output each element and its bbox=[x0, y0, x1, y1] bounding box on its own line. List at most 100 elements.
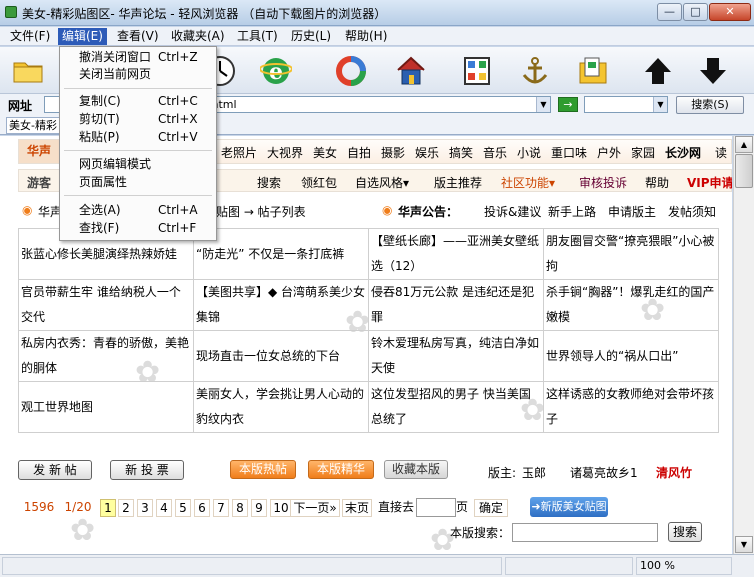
post-button[interactable]: 发 新 帖 bbox=[18, 460, 92, 480]
nav-link[interactable]: 娱乐 bbox=[415, 144, 439, 161]
thread-link[interactable]: 观工世界地图 bbox=[18, 381, 194, 433]
thread-link[interactable]: 【壁纸长廊】——亚洲美女壁纸选（12） bbox=[368, 228, 544, 280]
menu-view[interactable]: 查看(V) bbox=[113, 28, 163, 45]
bookmark-board-button[interactable]: 收藏本版 bbox=[384, 460, 448, 479]
up-arrow-icon[interactable] bbox=[638, 50, 676, 90]
close-button[interactable]: ✕ bbox=[709, 3, 751, 21]
page-link[interactable]: 9 bbox=[251, 499, 267, 517]
nav-link[interactable]: 户外 bbox=[597, 144, 621, 161]
thread-link[interactable]: 现场直击一位女总统的下台 bbox=[193, 330, 369, 382]
goto-page-input[interactable] bbox=[416, 498, 456, 517]
announce-link[interactable]: 投诉&建议 bbox=[484, 203, 541, 220]
nav2-link[interactable]: 搜索 bbox=[257, 174, 281, 191]
nav-link[interactable]: 大视界 bbox=[267, 144, 303, 161]
page-link[interactable]: 1 bbox=[100, 499, 116, 517]
scroll-up-icon[interactable]: ▲ bbox=[735, 136, 753, 153]
menu-history[interactable]: 历史(L) bbox=[287, 28, 335, 45]
page-link[interactable]: 6 bbox=[194, 499, 210, 517]
menu-item-cut[interactable]: 剪切(T) Ctrl+X bbox=[62, 111, 214, 128]
menu-tools[interactable]: 工具(T) bbox=[233, 28, 282, 45]
next-page-link[interactable]: 下一页» bbox=[290, 499, 340, 517]
thread-link[interactable]: 铃木爱理私房写真，纯洁白净如天使 bbox=[368, 330, 544, 382]
best-posts-button[interactable]: 本版精华 bbox=[308, 460, 374, 479]
page-link[interactable]: 5 bbox=[175, 499, 191, 517]
nav2-link[interactable]: 领红包 bbox=[301, 174, 337, 191]
thread-link[interactable]: 这样诱惑的女教师绝对会带坏孩子 bbox=[543, 381, 719, 433]
thread-link[interactable]: 美丽女人，学会挑让男人心动的豹纹内衣 bbox=[193, 381, 369, 433]
moderator-link[interactable]: 诸葛亮故乡1 bbox=[570, 464, 638, 481]
site-tag[interactable]: 华声 bbox=[19, 140, 63, 163]
thread-link[interactable]: 私房内衣秀：青春的骄傲，美艳的胴体 bbox=[18, 330, 194, 382]
nav-link[interactable]: 老照片 bbox=[221, 144, 257, 161]
nav2-link[interactable]: 版主推荐 bbox=[434, 174, 482, 191]
menu-item-select-all[interactable]: 全选(A) Ctrl+A bbox=[62, 202, 214, 219]
thread-link[interactable]: 官员带薪生牢 谁给纳税人一个交代 bbox=[18, 279, 194, 331]
hot-posts-button[interactable]: 本版热帖 bbox=[230, 460, 296, 479]
poll-button[interactable]: 新 投 票 bbox=[110, 460, 184, 480]
board-search-input[interactable] bbox=[512, 523, 658, 542]
nav2-link[interactable]: 帮助 bbox=[645, 174, 669, 191]
page-link[interactable]: 8 bbox=[232, 499, 248, 517]
scroll-thumb[interactable] bbox=[735, 154, 753, 188]
nav-link[interactable]: 摄影 bbox=[381, 144, 405, 161]
nav-link[interactable]: 家园 bbox=[631, 144, 655, 161]
nav2-link[interactable]: 社区功能▾ bbox=[501, 174, 555, 191]
folder-icon[interactable] bbox=[8, 50, 46, 90]
ie-icon[interactable]: e bbox=[256, 50, 294, 90]
moderator-link[interactable]: 玉郎 bbox=[522, 464, 546, 481]
scroll-down-icon[interactable]: ▼ bbox=[735, 536, 753, 553]
nav-link[interactable]: 小说 bbox=[517, 144, 541, 161]
confirm-button[interactable]: 确定 bbox=[474, 499, 508, 517]
page-link[interactable]: 3 bbox=[137, 499, 153, 517]
board-search-button[interactable]: 搜索 bbox=[668, 522, 702, 542]
moderator-link[interactable]: 清风竹 bbox=[656, 464, 692, 481]
announce-link[interactable]: 申请版主 bbox=[608, 203, 656, 220]
menu-item-find[interactable]: 查找(F) Ctrl+F bbox=[62, 220, 214, 237]
refresh-ring-icon[interactable] bbox=[331, 50, 369, 90]
down-arrow-icon[interactable] bbox=[693, 50, 731, 90]
nav-link[interactable]: 音乐 bbox=[483, 144, 507, 161]
nav2-link[interactable]: 审核投诉 bbox=[579, 174, 627, 191]
nav-link[interactable]: 重口味 bbox=[551, 144, 587, 161]
thread-link[interactable]: 【美图共享】◆ 台湾萌系美少女集锦 bbox=[193, 279, 369, 331]
go-button[interactable]: → bbox=[558, 97, 578, 112]
maximize-button[interactable]: □ bbox=[683, 3, 708, 21]
menu-item-copy[interactable]: 复制(C) Ctrl+C bbox=[62, 93, 214, 110]
thread-link[interactable]: 杀手锏“胸器”！爆乳走红的国产嫩模 bbox=[543, 279, 719, 331]
anchor-icon[interactable] bbox=[515, 50, 553, 90]
announce-link[interactable]: 发帖须知 bbox=[668, 203, 716, 220]
menu-item-edit-mode[interactable]: 网页编辑模式 bbox=[62, 156, 214, 173]
nav2-link[interactable]: 自选风格▾ bbox=[355, 174, 409, 191]
page-link[interactable]: 4 bbox=[156, 499, 172, 517]
folder-pages-icon[interactable] bbox=[573, 50, 611, 90]
nav-link[interactable]: 自拍 bbox=[347, 144, 371, 161]
new-version-button[interactable]: ➜新版美女贴图 bbox=[530, 497, 608, 517]
menu-item-page-properties[interactable]: 页面属性 bbox=[62, 174, 214, 191]
menu-item-paste[interactable]: 粘贴(P) Ctrl+V bbox=[62, 129, 214, 146]
menu-help[interactable]: 帮助(H) bbox=[341, 28, 391, 45]
menu-favorites[interactable]: 收藏夹(A) bbox=[167, 28, 229, 45]
minimize-button[interactable]: — bbox=[657, 3, 682, 21]
vip-link[interactable]: VIP申请 bbox=[687, 174, 732, 191]
last-page-link[interactable]: 末页 bbox=[342, 499, 372, 517]
home-icon[interactable] bbox=[391, 50, 429, 90]
chevron-down-icon[interactable]: ▼ bbox=[653, 97, 667, 112]
grid-icon[interactable] bbox=[457, 50, 495, 90]
search-engine-select[interactable]: ▼ bbox=[584, 96, 668, 113]
menu-edit[interactable]: 编辑(E) bbox=[58, 28, 107, 45]
breadcrumb-path[interactable]: 贴图 → 帖子列表 bbox=[216, 203, 306, 220]
nav-link[interactable]: 读 bbox=[715, 144, 727, 161]
menu-item-close-page[interactable]: 关闭当前网页 bbox=[62, 66, 214, 83]
page-link[interactable]: 10 bbox=[270, 499, 292, 517]
thread-link[interactable]: 侵吞81万元公款 是违纪还是犯罪 bbox=[368, 279, 544, 331]
thread-link[interactable]: 朋友圈冒交警“撩亮猥眼”小心被拘 bbox=[543, 228, 719, 280]
menu-file[interactable]: 文件(F) bbox=[6, 28, 54, 45]
nav-link[interactable]: 长沙网 bbox=[665, 144, 701, 161]
search-button[interactable]: 搜索(S) bbox=[676, 96, 744, 114]
nav-link[interactable]: 搞笑 bbox=[449, 144, 473, 161]
chevron-down-icon[interactable]: ▼ bbox=[536, 97, 550, 112]
thread-link[interactable]: 世界领导人的“祸从口出” bbox=[543, 330, 719, 382]
vertical-scrollbar[interactable]: ▲ ▼ bbox=[733, 136, 754, 554]
thread-link[interactable]: “防走光” 不仅是一条打底裤 bbox=[193, 228, 369, 280]
page-link[interactable]: 2 bbox=[118, 499, 134, 517]
